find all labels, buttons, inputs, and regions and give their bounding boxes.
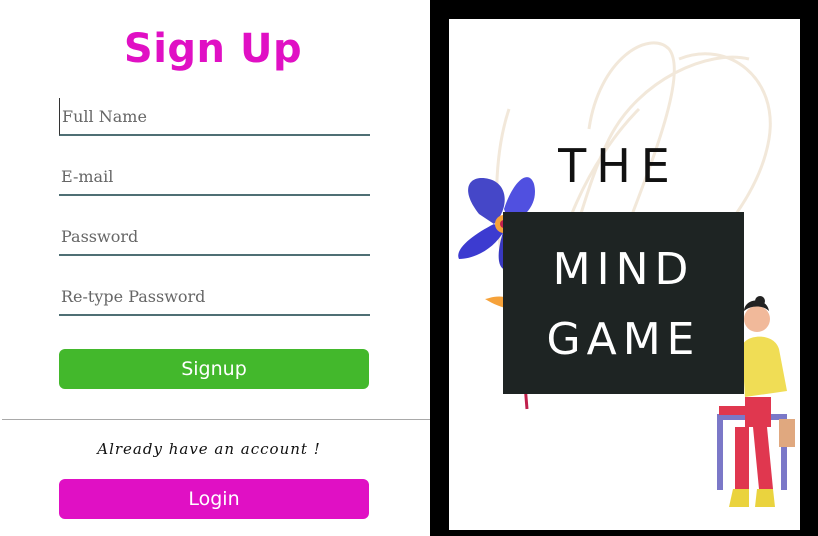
full-name-field-wrap — [59, 98, 370, 138]
password-field-wrap — [59, 218, 370, 258]
retype-password-field-wrap — [59, 278, 370, 318]
full-name-field[interactable] — [59, 98, 370, 136]
already-have-account-text: Already have an account ! — [97, 440, 321, 458]
password-field[interactable] — [59, 218, 370, 256]
poster-game-text: GAME — [546, 314, 701, 365]
divider — [2, 419, 430, 420]
mind-game-poster: THE MIND GAME — [449, 19, 800, 530]
login-button[interactable]: Login — [59, 479, 369, 519]
retype-password-field[interactable] — [59, 278, 370, 316]
poster-frame: THE MIND GAME — [430, 0, 818, 536]
email-field[interactable] — [59, 158, 370, 196]
poster-the-text: THE — [558, 139, 680, 193]
poster-title-box — [503, 212, 744, 394]
page-title: Sign Up — [123, 26, 303, 72]
email-field-wrap — [59, 158, 370, 198]
poster-mind-text: MIND — [552, 244, 695, 295]
signup-button[interactable]: Signup — [59, 349, 369, 389]
signup-form-panel: Sign Up Signup Already have an account !… — [0, 0, 430, 536]
